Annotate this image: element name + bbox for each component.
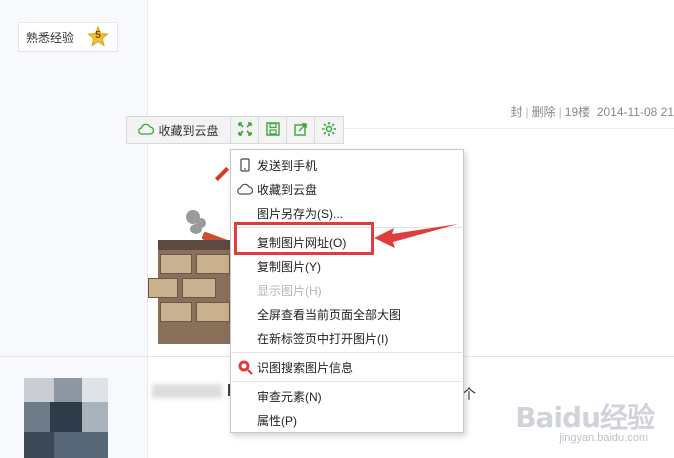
watermark-brand: Baidu经验: [515, 401, 655, 434]
context-menu: 发送到手机 收藏到云盘 图片另存为(S)... 复制图片网址(O) 复制图片(Y…: [230, 149, 464, 433]
delete-link[interactable]: 删除: [532, 105, 556, 119]
menu-item-open-in-new-tab[interactable]: 在新标签页中打开图片(I): [231, 326, 463, 350]
menu-item-label: 复制图片(Y): [257, 259, 321, 274]
save-to-cloud-button[interactable]: 收藏到云盘: [127, 117, 231, 143]
menu-separator: [232, 381, 462, 382]
floor-number: 19楼: [564, 105, 591, 119]
save-icon: [265, 121, 280, 139]
menu-item-image-search[interactable]: 识图搜索图片信息: [231, 355, 463, 379]
menu-item-label: 全屏查看当前页面全部大图: [257, 307, 402, 322]
post-text-tail: 个: [462, 386, 476, 402]
report-link[interactable]: 封: [511, 105, 523, 119]
menu-separator: [232, 352, 462, 353]
star-icon: 5: [87, 25, 109, 48]
cloud-icon: [138, 123, 155, 138]
menu-item-label: 属性(P): [257, 413, 297, 428]
menu-item-label: 发送到手机: [257, 158, 318, 173]
menu-item-label: 在新标签页中打开图片(I): [257, 331, 389, 346]
image-fragment: [158, 240, 232, 250]
menu-item-save-to-cloud[interactable]: 收藏到云盘: [231, 177, 463, 201]
menu-item-send-to-phone[interactable]: 发送到手机: [231, 153, 463, 177]
menu-item-fullscreen-all-images[interactable]: 全屏查看当前页面全部大图: [231, 302, 463, 326]
arrow-annotation: [374, 224, 458, 248]
avatar[interactable]: [24, 378, 108, 458]
image-toolbar: 收藏到云盘: [126, 116, 344, 144]
image-fragment: [190, 224, 202, 234]
settings-icon: [321, 121, 337, 140]
menu-item-label: 收藏到云盘: [257, 182, 318, 197]
level-number: 5: [95, 30, 101, 41]
watermark: Baidu经验 jingyan.baidu.com: [515, 396, 655, 444]
menu-item-label: 审查元素(N): [257, 389, 322, 404]
save-to-cloud-label: 收藏到云盘: [158, 123, 219, 138]
image-fragment: [148, 244, 232, 344]
expand-button[interactable]: [231, 117, 259, 143]
menu-item-inspect-element[interactable]: 审查元素(N): [231, 384, 463, 408]
menu-item-show-image: 显示图片(H): [231, 278, 463, 302]
phone-icon: [237, 157, 253, 173]
settings-button[interactable]: [315, 117, 343, 143]
watermark-url: jingyan.baidu.com: [559, 432, 648, 444]
share-icon: [293, 122, 308, 139]
menu-item-label: 图片另存为(S)...: [257, 206, 343, 221]
highlight-annotation: [234, 222, 374, 255]
menu-item-label: 显示图片(H): [257, 283, 322, 298]
expand-icon: [237, 121, 252, 139]
post-meta: 封 | 删除 | 19楼 2014-11-08 21: [510, 105, 674, 119]
level-badge-text: 熟悉经验: [26, 30, 75, 45]
share-button[interactable]: [287, 117, 315, 143]
menu-item-properties[interactable]: 属性(P): [231, 408, 463, 432]
menu-item-label: 识图搜索图片信息: [257, 360, 354, 375]
image-search-icon: [237, 359, 253, 375]
post-datetime: 2014-11-08 21: [596, 105, 674, 119]
cloud-icon: [237, 181, 253, 197]
level-badge[interactable]: 熟悉经验 5: [18, 22, 118, 52]
blurred-post-text: [152, 384, 222, 398]
menu-item-copy-image[interactable]: 复制图片(Y): [231, 254, 463, 278]
save-image-button[interactable]: [259, 117, 287, 143]
